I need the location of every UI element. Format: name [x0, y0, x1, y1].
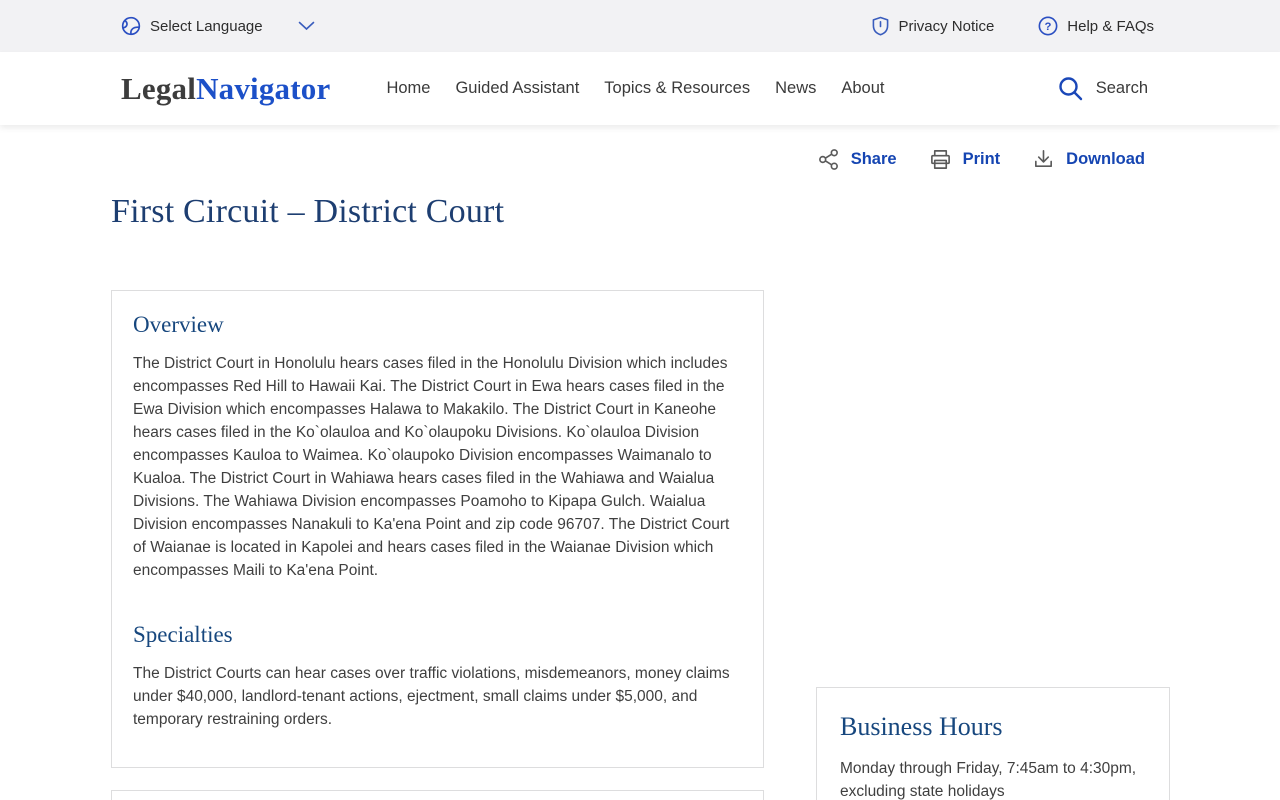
download-icon	[1032, 148, 1055, 171]
page-actions: Share Print Download	[817, 148, 1145, 171]
download-label: Download	[1066, 150, 1145, 169]
svg-text:?: ?	[1045, 21, 1052, 33]
overview-heading: Overview	[133, 312, 742, 338]
question-circle-icon: ?	[1038, 16, 1058, 36]
logo-part-legal: Legal	[121, 71, 196, 106]
page-title: First Circuit – District Court	[111, 193, 504, 231]
site-logo[interactable]: LegalNavigator	[121, 71, 330, 107]
logo-part-navigator: Navigator	[196, 71, 330, 106]
business-hours-heading: Business Hours	[840, 712, 1146, 742]
share-icon	[817, 148, 840, 171]
help-faqs-label: Help & FAQs	[1067, 18, 1154, 35]
utility-bar: Select Language Privacy Notice ?	[0, 0, 1280, 52]
nav-item-guided-assistant[interactable]: Guided Assistant	[455, 79, 579, 98]
nav-item-about[interactable]: About	[841, 79, 884, 98]
search-label: Search	[1096, 79, 1148, 98]
nav-item-news[interactable]: News	[775, 79, 816, 98]
overview-text: The District Court in Honolulu hears cas…	[133, 352, 742, 582]
download-button[interactable]: Download	[1032, 148, 1145, 171]
share-button[interactable]: Share	[817, 148, 897, 171]
language-selector[interactable]: Select Language	[121, 16, 315, 36]
search-button[interactable]: Search	[1057, 75, 1148, 102]
business-hours-text: Monday through Friday, 7:45am to 4:30pm,…	[840, 757, 1146, 800]
print-button[interactable]: Print	[929, 148, 1001, 171]
privacy-notice-label: Privacy Notice	[898, 18, 994, 35]
main-header: LegalNavigator Home Guided Assistant Top…	[0, 52, 1280, 125]
privacy-notice-link[interactable]: Privacy Notice	[872, 16, 994, 36]
language-selector-label: Select Language	[150, 18, 263, 35]
print-icon	[929, 148, 952, 171]
shield-icon	[872, 16, 889, 36]
nav-item-home[interactable]: Home	[386, 79, 430, 98]
share-label: Share	[851, 150, 897, 169]
court-info-card: Overview The District Court in Honolulu …	[111, 290, 764, 768]
specialties-text: The District Courts can hear cases over …	[133, 662, 742, 731]
next-section-card	[111, 790, 764, 800]
search-icon	[1057, 75, 1084, 102]
page-content: Share Print Download Fir	[0, 125, 1280, 800]
chevron-down-icon	[298, 21, 315, 31]
nav-item-topics-resources[interactable]: Topics & Resources	[604, 79, 750, 98]
specialties-heading: Specialties	[133, 622, 742, 648]
business-hours-card: Business Hours Monday through Friday, 7:…	[816, 687, 1170, 800]
globe-icon	[121, 16, 141, 36]
help-faqs-link[interactable]: ? Help & FAQs	[1038, 16, 1154, 36]
main-nav: Home Guided Assistant Topics & Resources…	[386, 79, 884, 98]
print-label: Print	[963, 150, 1001, 169]
